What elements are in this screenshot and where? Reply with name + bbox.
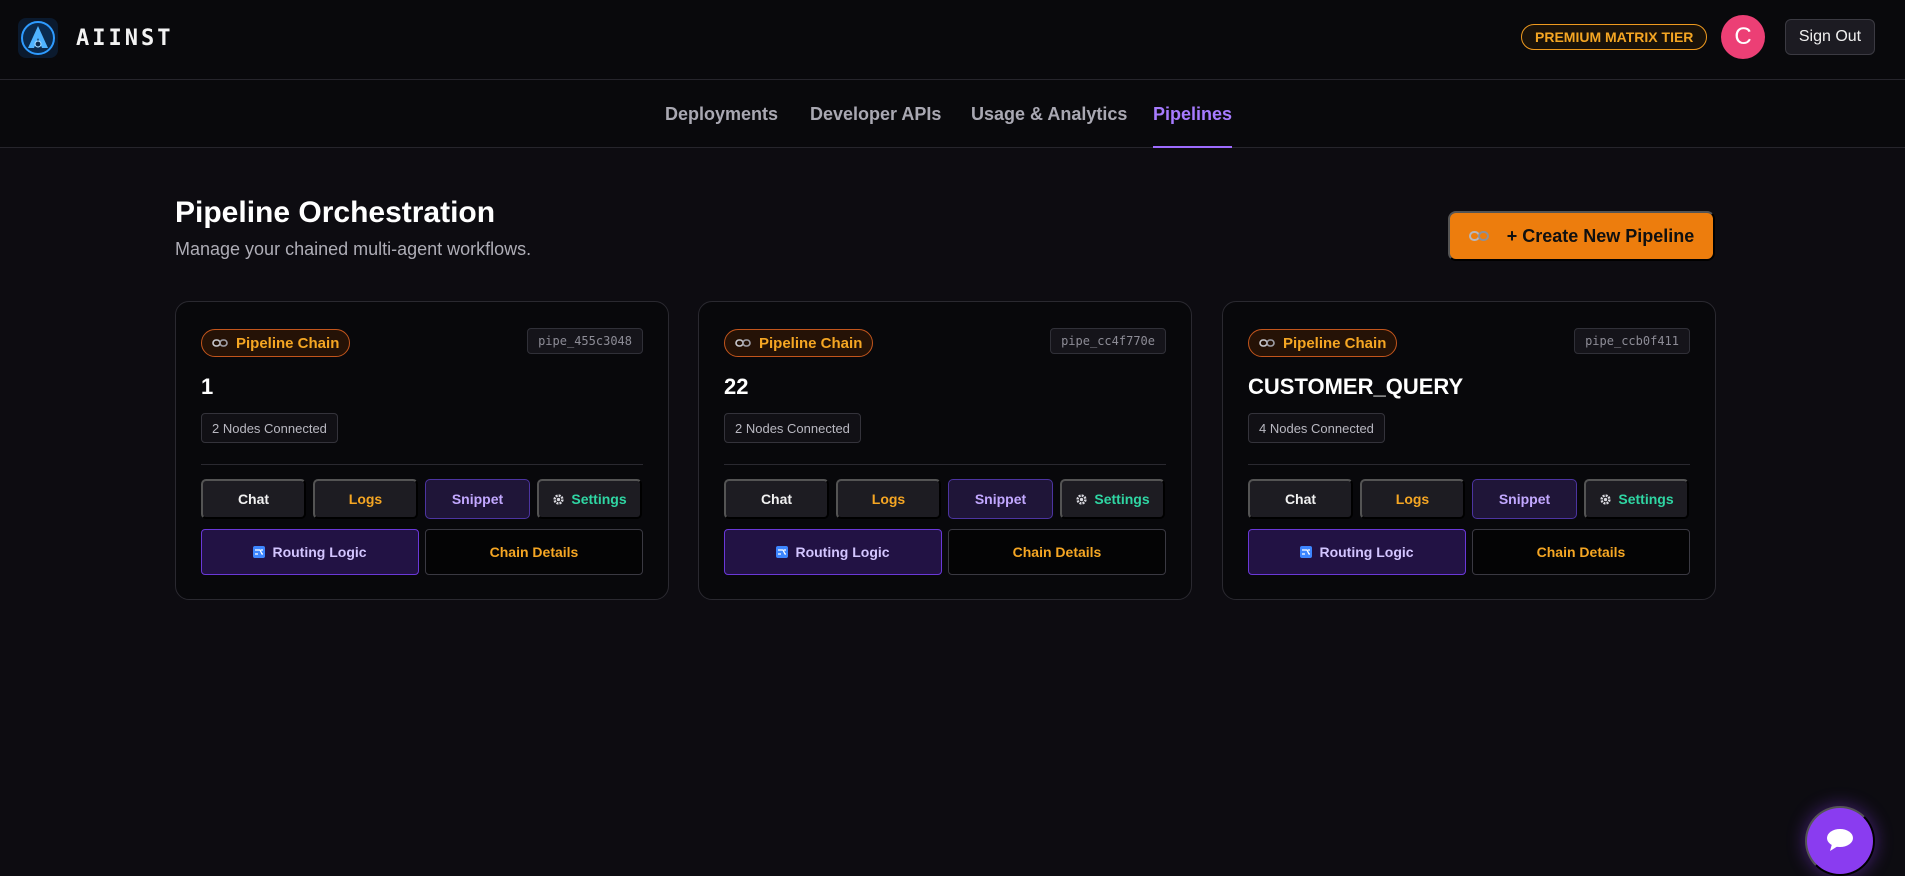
card-divider <box>201 464 643 465</box>
chain-icon <box>212 336 228 350</box>
chain-details-button[interactable]: Chain Details <box>1472 529 1690 575</box>
settings-label: Settings <box>571 491 627 507</box>
card-divider <box>1248 464 1690 465</box>
chat-widget-button[interactable] <box>1805 806 1875 876</box>
shuffle-icon <box>776 546 789 558</box>
routing-logic-label: Routing Logic <box>1319 544 1414 560</box>
nodes-badge: 2 Nodes Connected <box>201 413 338 443</box>
shuffle-icon <box>1300 546 1313 558</box>
page-subtitle: Manage your chained multi-agent workflow… <box>175 239 532 259</box>
chain-icon <box>1468 227 1489 245</box>
brand-name: AIINST <box>76 25 174 51</box>
pipeline-card: Pipeline Chain pipe_cc4f770e 22 2 Nodes … <box>698 301 1192 600</box>
settings-label: Settings <box>1618 491 1674 507</box>
routing-logic-label: Routing Logic <box>272 544 367 560</box>
settings-button[interactable]: Settings <box>537 479 642 519</box>
snippet-button[interactable]: Snippet <box>1472 479 1577 519</box>
pipeline-id: pipe_455c3048 <box>527 328 643 354</box>
pipeline-card: Pipeline Chain pipe_ccb0f411 CUSTOMER_QU… <box>1222 301 1716 600</box>
card-divider <box>724 464 1166 465</box>
pipeline-id: pipe_ccb0f411 <box>1574 328 1690 354</box>
routing-logic-button[interactable]: Routing Logic <box>724 529 942 575</box>
create-pipeline-label: + Create New Pipeline <box>1506 225 1695 246</box>
chat-button[interactable]: Chat <box>724 479 829 519</box>
nodes-badge: 4 Nodes Connected <box>1248 413 1385 443</box>
chain-details-button[interactable]: Chain Details <box>425 529 643 575</box>
routing-logic-label: Routing Logic <box>795 544 890 560</box>
top-bar: AIINST PREMIUM MATRIX TIER C Sign Out <box>0 0 1905 80</box>
snippet-button[interactable]: Snippet <box>948 479 1053 519</box>
sign-out-button[interactable]: Sign Out <box>1785 19 1875 55</box>
settings-button[interactable]: Settings <box>1060 479 1165 519</box>
tab-deployments[interactable]: Deployments <box>665 80 778 148</box>
gear-icon <box>552 493 565 506</box>
tab-usage-analytics[interactable]: Usage & Analytics <box>971 80 1127 148</box>
nodes-badge: 2 Nodes Connected <box>724 413 861 443</box>
gear-icon <box>1599 493 1612 506</box>
pipeline-name: 1 <box>201 374 214 399</box>
pipeline-id: pipe_cc4f770e <box>1050 328 1166 354</box>
chat-button[interactable]: Chat <box>201 479 306 519</box>
pipeline-chain-chip: Pipeline Chain <box>1248 329 1398 357</box>
settings-button[interactable]: Settings <box>1584 479 1689 519</box>
create-pipeline-button[interactable]: + Create New Pipeline <box>1448 211 1715 261</box>
snippet-button[interactable]: Snippet <box>425 479 530 519</box>
routing-logic-button[interactable]: Routing Logic <box>201 529 419 575</box>
settings-label: Settings <box>1094 491 1150 507</box>
pipeline-card: Pipeline Chain pipe_455c3048 1 2 Nodes C… <box>175 301 669 600</box>
chain-details-button[interactable]: Chain Details <box>948 529 1166 575</box>
main-nav: Deployments Developer APIs Usage & Analy… <box>0 80 1905 148</box>
logs-button[interactable]: Logs <box>1360 479 1465 519</box>
chip-label: Pipeline Chain <box>236 334 340 352</box>
tab-pipelines[interactable]: Pipelines <box>1153 80 1233 148</box>
chat-button[interactable]: Chat <box>1248 479 1353 519</box>
brand[interactable]: AIINST <box>18 18 173 58</box>
chip-label: Pipeline Chain <box>759 334 863 352</box>
tab-developer-apis[interactable]: Developer APIs <box>810 80 941 148</box>
logs-button[interactable]: Logs <box>836 479 941 519</box>
shuffle-icon <box>253 546 266 558</box>
pipeline-name: CUSTOMER_QUERY <box>1248 374 1464 399</box>
gear-icon <box>1075 493 1088 506</box>
chat-bubble-icon <box>1825 827 1855 856</box>
page-title: Pipeline Orchestration <box>175 196 496 229</box>
routing-logic-button[interactable]: Routing Logic <box>1248 529 1466 575</box>
avatar[interactable]: C <box>1721 15 1765 59</box>
tier-badge: PREMIUM MATRIX TIER <box>1521 24 1708 50</box>
chip-label: Pipeline Chain <box>1283 334 1387 352</box>
pipeline-name: 22 <box>724 374 749 399</box>
logo-icon <box>18 18 58 58</box>
pipeline-chain-chip: Pipeline Chain <box>201 329 351 357</box>
chain-icon <box>1259 336 1275 350</box>
chain-icon <box>735 336 751 350</box>
logs-button[interactable]: Logs <box>313 479 418 519</box>
pipeline-chain-chip: Pipeline Chain <box>724 329 874 357</box>
